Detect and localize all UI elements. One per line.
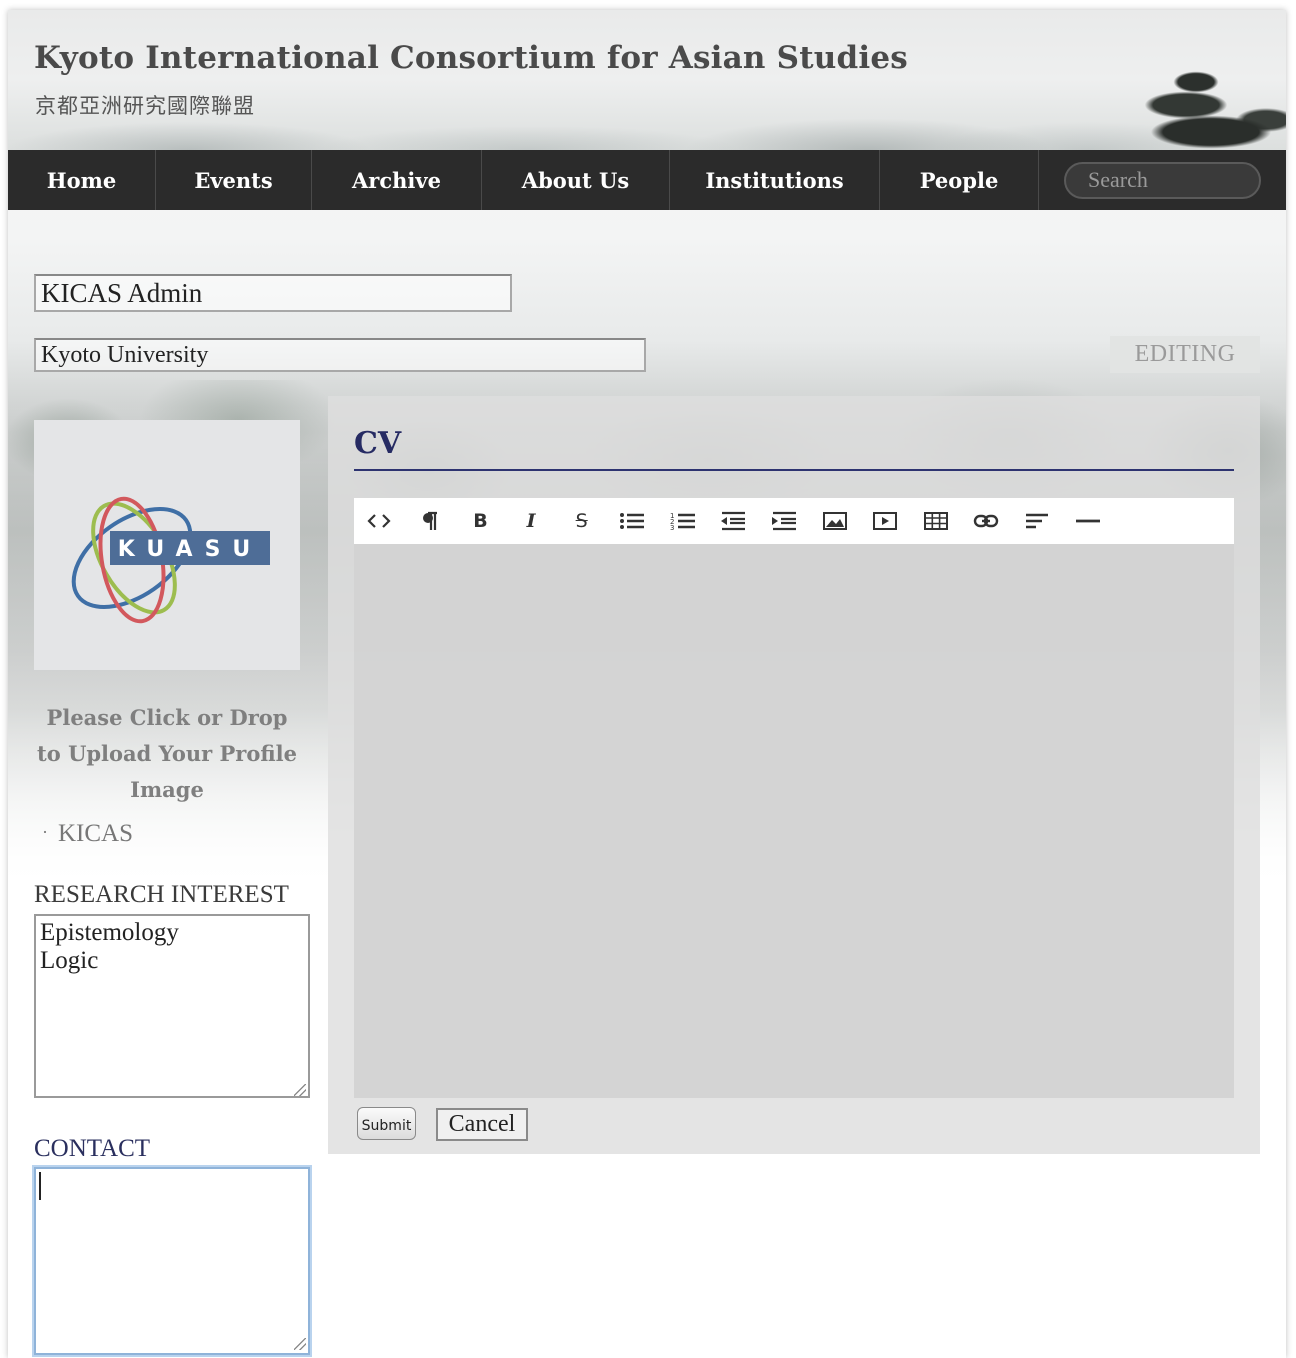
italic-button[interactable]: I [506, 498, 557, 544]
site-subtitle: 京都亞洲研究國際聯盟 [35, 94, 255, 118]
insert-video-button[interactable] [860, 498, 911, 544]
insert-table-button[interactable] [911, 498, 962, 544]
cv-divider [354, 469, 1234, 471]
align-left-icon [1026, 513, 1049, 529]
research-interest-label: RESEARCH INTEREST [34, 881, 289, 908]
site-header: Kyoto International Consortium for Asian… [8, 10, 1286, 150]
horizontal-rule-icon [1075, 519, 1100, 523]
align-button[interactable] [1012, 498, 1063, 544]
code-view-button[interactable] [354, 498, 405, 544]
cv-panel: CV B I S 123 Submit Cancel [328, 396, 1260, 1154]
video-icon [873, 512, 898, 530]
editor-toolbar: B I S 123 [354, 498, 1234, 544]
group-label: KICAS [58, 820, 134, 847]
nav-people[interactable]: People [880, 150, 1039, 210]
svg-text:3: 3 [670, 524, 674, 532]
upload-hint[interactable]: Please Click or Drop to Upload Your Prof… [34, 700, 300, 808]
unordered-list-icon [620, 513, 645, 529]
indent-icon [772, 511, 797, 531]
submit-button[interactable]: Submit [357, 1107, 416, 1140]
strikethrough-button[interactable]: S [556, 498, 607, 544]
indent-button[interactable] [759, 498, 810, 544]
ordered-list-icon: 123 [670, 512, 695, 532]
ordered-list-button[interactable]: 123 [658, 498, 709, 544]
cv-title: CV [354, 426, 402, 461]
nav-home[interactable]: Home [8, 150, 156, 210]
search-input[interactable] [1064, 161, 1261, 199]
contact-label: CONTACT [34, 1135, 151, 1162]
institution-field[interactable] [34, 338, 646, 372]
main-nav: Home Events Archive About Us Institution… [8, 150, 1286, 210]
cancel-button[interactable]: Cancel [436, 1108, 528, 1141]
bold-icon: B [473, 510, 488, 532]
code-view-icon [367, 514, 391, 528]
horizontal-rule-button[interactable] [1062, 498, 1113, 544]
paragraph-icon [422, 511, 437, 530]
resize-handle-icon[interactable] [294, 1338, 306, 1350]
search-wrapper [1039, 150, 1286, 210]
outdent-icon [721, 511, 746, 531]
insert-image-button[interactable] [809, 498, 860, 544]
name-field[interactable] [34, 274, 512, 312]
site-title[interactable]: Kyoto International Consortium for Asian… [34, 40, 908, 76]
image-icon [822, 512, 847, 530]
outdent-button[interactable] [708, 498, 759, 544]
nav-archive[interactable]: Archive [312, 150, 482, 210]
italic-icon: I [526, 510, 536, 532]
research-interest-textarea[interactable]: Epistemology Logic [34, 914, 310, 1098]
table-icon [923, 512, 948, 530]
nav-events[interactable]: Events [156, 150, 312, 210]
logo-text: KUASU [118, 537, 263, 562]
insert-link-button[interactable] [961, 498, 1012, 544]
contact-textarea[interactable] [34, 1167, 310, 1355]
profile-image-dropzone[interactable]: KUASU [34, 420, 300, 670]
nav-institutions[interactable]: Institutions [670, 150, 880, 210]
kuasu-logo: KUASU [71, 496, 270, 624]
strikethrough-icon: S [575, 510, 588, 532]
resize-handle-icon[interactable] [294, 1084, 306, 1096]
nav-about-us[interactable]: About Us [482, 150, 670, 210]
text-caret [39, 1172, 41, 1200]
cv-editor-area[interactable] [354, 544, 1234, 1098]
group-list-item[interactable]: · KICAS [42, 820, 133, 848]
bullet-icon: · [42, 822, 48, 842]
page: Kyoto International Consortium for Asian… [8, 10, 1286, 1358]
editing-status-badge: EDITING [1110, 336, 1260, 373]
link-icon [974, 514, 999, 528]
paragraph-button[interactable] [405, 498, 456, 544]
bold-button[interactable]: B [455, 498, 506, 544]
unordered-list-button[interactable] [607, 498, 658, 544]
header-pine-art [1116, 60, 1286, 150]
